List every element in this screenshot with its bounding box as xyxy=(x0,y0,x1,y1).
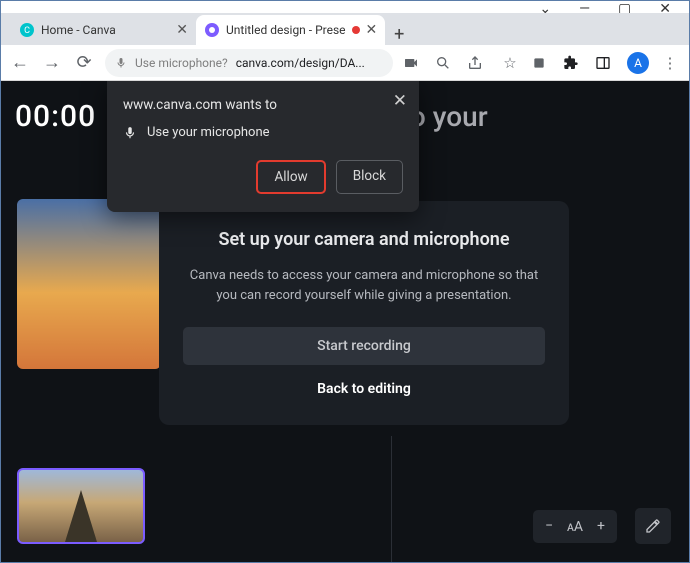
permission-item-microphone: Use your microphone xyxy=(123,125,403,140)
slide-thumbnail[interactable] xyxy=(17,468,145,544)
share-icon[interactable] xyxy=(467,55,489,71)
preview-thumbnail[interactable] xyxy=(17,199,161,369)
tab-strip: C Home - Canva ✕ Untitled design - Prese… xyxy=(1,13,689,45)
tab-close-button[interactable]: ✕ xyxy=(366,22,378,38)
tab-label: Home - Canva xyxy=(41,23,116,37)
window-titlebar: ⌄ — ▢ ✕ xyxy=(1,1,689,13)
microphone-icon xyxy=(115,57,127,69)
omnibox[interactable]: Use microphone? canva.com/design/DA... xyxy=(105,49,393,77)
svg-text:C: C xyxy=(24,26,30,36)
kebab-menu-icon[interactable]: ⋮ xyxy=(659,54,681,72)
start-recording-button[interactable]: Start recording xyxy=(183,327,545,365)
permission-prompt: ✕ www.canva.com wants to Use your microp… xyxy=(107,81,419,212)
tab-close-button[interactable]: ✕ xyxy=(176,22,188,38)
recording-timer: 00:00 xyxy=(15,99,96,134)
microphone-icon xyxy=(123,126,137,140)
puzzle-icon[interactable] xyxy=(563,55,585,71)
allow-button[interactable]: Allow xyxy=(256,160,325,194)
tab-untitled-design[interactable]: Untitled design - Prese ✕ xyxy=(196,15,385,45)
increase-text-button[interactable]: + xyxy=(597,518,605,534)
tab-home-canva[interactable]: C Home - Canva ✕ xyxy=(11,15,196,45)
permission-title: www.canva.com wants to xyxy=(123,97,403,113)
camera-icon[interactable] xyxy=(403,55,425,71)
canva-doc-favicon-icon xyxy=(204,22,220,38)
canva-presenter-view: 00:00 d notes to your sign Set up your c… xyxy=(1,81,689,562)
text-size-control: − ᴀA + xyxy=(533,510,617,543)
panel-divider xyxy=(391,436,392,562)
recording-indicator-icon xyxy=(352,26,360,34)
block-button[interactable]: Block xyxy=(336,160,403,194)
forward-button[interactable]: → xyxy=(41,52,63,73)
decrease-text-button[interactable]: − xyxy=(545,518,553,534)
bookmark-star-icon[interactable]: ☆ xyxy=(499,54,521,72)
back-to-editing-button[interactable]: Back to editing xyxy=(183,381,545,397)
omnibox-url: canva.com/design/DA... xyxy=(236,56,365,70)
back-button[interactable]: ← xyxy=(9,52,31,73)
new-tab-button[interactable]: + xyxy=(385,24,413,45)
permission-item-label: Use your microphone xyxy=(147,125,270,140)
zoom-icon[interactable] xyxy=(435,55,457,71)
extensions-icon[interactable] xyxy=(531,55,553,71)
edit-notes-button[interactable] xyxy=(635,508,671,544)
reload-button[interactable]: ⟳ xyxy=(73,52,95,73)
bottom-controls: − ᴀA + xyxy=(533,508,671,544)
browser-toolbar: ← → ⟳ Use microphone? canva.com/design/D… xyxy=(1,45,689,81)
setup-modal: Set up your camera and microphone Canva … xyxy=(159,201,569,425)
canva-favicon-icon: C xyxy=(19,22,35,38)
omnibox-prompt: Use microphone? xyxy=(135,56,228,70)
eiffel-tower-icon xyxy=(65,490,97,542)
sidepanel-icon[interactable] xyxy=(595,55,617,71)
permission-close-button[interactable]: ✕ xyxy=(393,91,407,111)
text-size-icon: ᴀA xyxy=(567,518,583,535)
modal-title: Set up your camera and microphone xyxy=(183,229,545,250)
modal-body: Canva needs to access your camera and mi… xyxy=(183,266,545,305)
tab-label: Untitled design - Prese xyxy=(226,23,346,37)
profile-avatar[interactable]: A xyxy=(627,52,649,74)
